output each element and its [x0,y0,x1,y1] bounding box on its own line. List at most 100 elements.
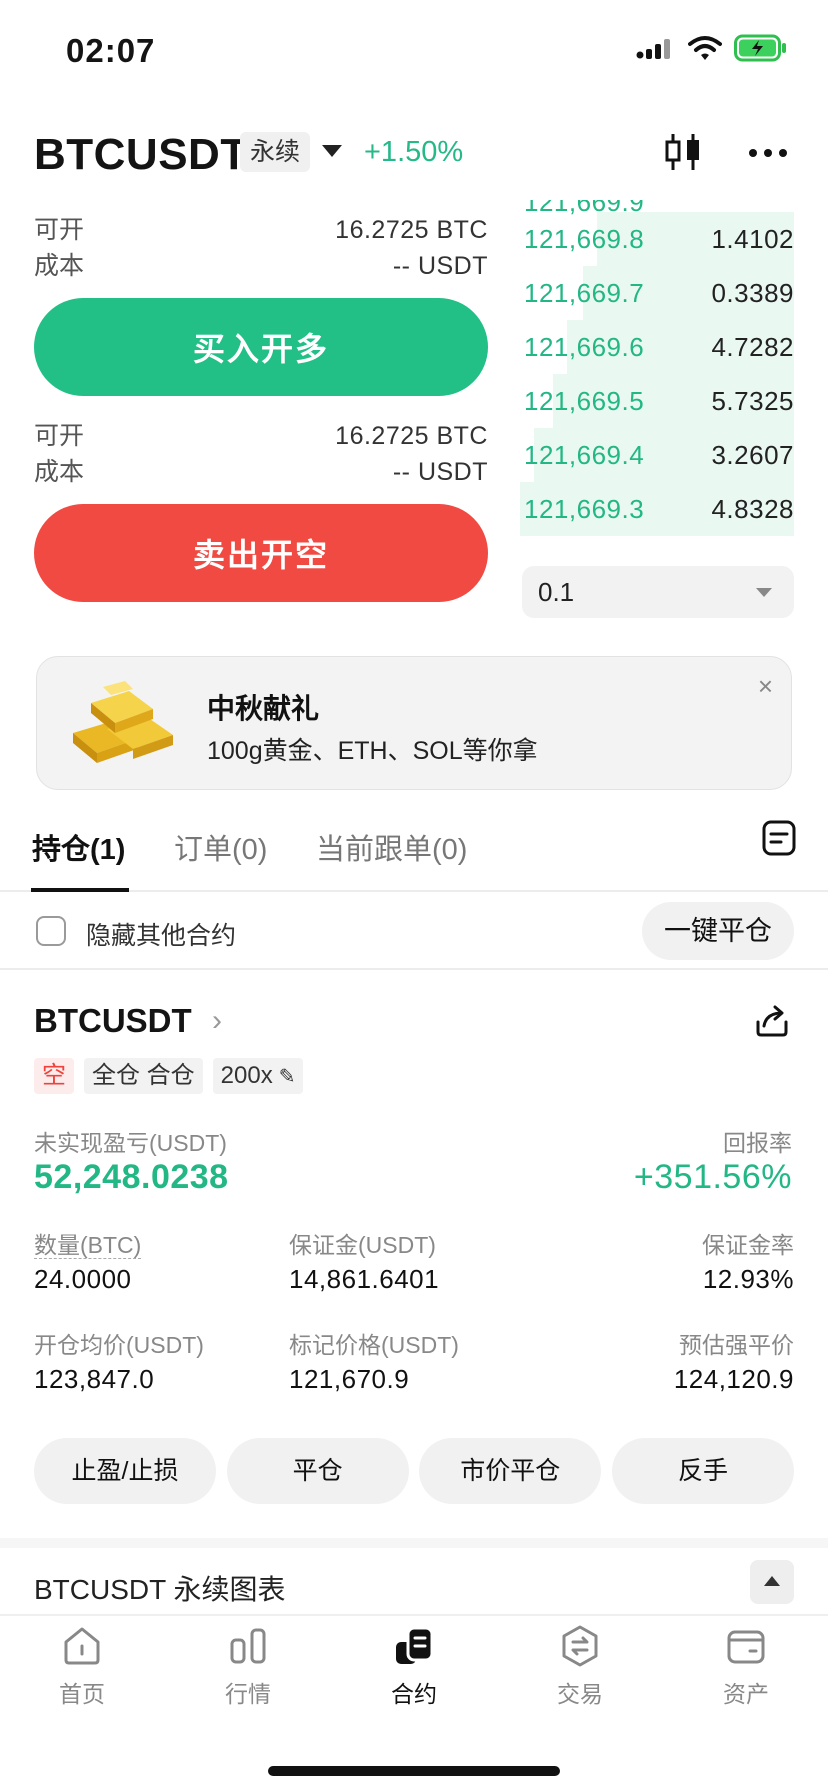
orderbook-qty: 5.7325 [711,385,794,416]
position-stats-row-2: 开仓均价(USDT) 123,847.0 标记价格(USDT) 121,670.… [34,1326,794,1395]
side-tag: 空 [34,1058,74,1094]
trade-icon [562,1625,598,1667]
chevron-right-icon[interactable]: › [212,1004,222,1038]
mark-price-label: 标记价格(USDT) [289,1332,459,1358]
tab-assets-label: 资产 [723,1681,769,1707]
orderbook-row[interactable]: 121,669.4 3.2607 [520,428,794,482]
orderbook-price: 121,669.3 [524,493,645,524]
share-icon[interactable] [754,1004,790,1038]
tab-trade-label: 交易 [557,1681,603,1707]
promo-banner[interactable]: 中秋献礼 100g黄金、ETH、SOL等你拿 × [36,656,792,790]
market-close-button[interactable]: 市价平仓 [419,1438,602,1504]
tab-home-label: 首页 [59,1681,105,1707]
margin-ratio-label: 保证金率 [702,1232,794,1258]
market-icon [230,1628,266,1664]
depth-precision-select[interactable]: 0.1 [522,566,794,618]
symbol-title[interactable]: BTCUSDT [34,130,248,180]
sell-short-button[interactable]: 卖出开空 [34,504,488,602]
close-position-button[interactable]: 平仓 [226,1438,409,1504]
position-symbol[interactable]: BTCUSDT [34,1002,192,1040]
tab-orders[interactable]: 订单(0) [174,826,267,868]
margin-ratio-value: 12.93% [702,1264,794,1294]
tab-positions[interactable]: 持仓(1) [32,826,125,868]
chevron-down-icon [756,588,772,597]
sell-cost-label: 成本 [34,458,85,486]
hide-other-contracts-label[interactable]: 隐藏其他合约 [86,916,236,952]
edit-icon[interactable]: ✎ [279,1059,296,1095]
gold-bars-icon [73,681,173,763]
orderbook: 121,669.9 121,669.8 1.4102 121,669.7 0.3389 1… [520,200,794,548]
orderbook-price: 121,669.8 [524,223,645,254]
bottom-tab-bar: 首页 行情 合约 交易 资产 [0,1616,828,1792]
tab-futures[interactable]: 合约 [354,1624,474,1709]
orderbook-qty: 4.7282 [711,331,794,362]
wifi-icon [688,36,722,60]
position-actions: 止盈/止损 平仓 市价平仓 反手 [34,1438,794,1504]
wallet-icon [727,1630,765,1664]
tab-home[interactable]: 首页 [22,1624,142,1709]
position-tabs: 持仓(1) 订单(0) 当前跟单(0) [0,808,828,892]
buy-available-row: 可开 16.2725 BTC [34,212,488,248]
buy-cost-label: 成本 [34,252,85,280]
tab-assets[interactable]: 资产 [686,1624,806,1709]
home-icon [64,1627,100,1665]
buy-long-button[interactable]: 买入开多 [34,298,488,396]
orderbook-qty: 0.3389 [711,277,794,308]
status-time: 02:07 [66,32,156,69]
chevron-up-icon[interactable] [750,1560,794,1604]
symbol-dropdown-icon[interactable] [322,145,342,157]
chart-section[interactable]: BTCUSDT 永续图表 [0,1538,828,1616]
entry-price-label: 开仓均价(USDT) [34,1332,204,1358]
chart-section-title[interactable]: BTCUSDT 永续图表 [34,1568,286,1608]
orderbook-row[interactable]: 121,669.7 0.3389 [520,266,794,320]
more-icon[interactable] [748,148,788,158]
sell-cost-row: 成本 -- USDT [34,454,488,490]
tp-sl-button[interactable]: 止盈/止损 [34,1438,216,1504]
status-bar: 02:07 [0,0,828,104]
banner-title: 中秋献礼 [207,693,320,724]
tab-trade[interactable]: 交易 [520,1624,640,1709]
hide-other-contracts-checkbox[interactable] [36,916,66,946]
orderbook-price: 121,669.6 [524,331,645,362]
buy-cost-value: -- USDT [392,252,488,280]
tab-futures-label: 合约 [391,1681,437,1707]
entry-price-cell: 开仓均价(USDT) 123,847.0 [34,1326,284,1395]
qty-value: 24.0000 [34,1264,132,1294]
margin-ratio-cell: 保证金率 12.93% [544,1226,794,1295]
orderbook-qty: 4.8328 [711,493,794,524]
contract-type-tag[interactable]: 永续 [240,132,311,172]
orderbook-qty: 3.2607 [711,439,794,470]
tab-copy-trading[interactable]: 当前跟单(0) [316,826,467,868]
signal-icon [636,39,670,59]
reverse-position-button[interactable]: 反手 [611,1438,794,1504]
margin-mode-tag: 全仓 合仓 [84,1058,203,1094]
orderbook-row[interactable]: 121,669.5 5.7325 [520,374,794,428]
orderbook-row[interactable]: 121,669.8 1.4102 [520,212,794,266]
roe-value: +351.56% [633,1158,792,1196]
close-icon[interactable]: × [758,671,773,702]
close-all-button[interactable]: 一键平仓 [642,902,794,960]
position-stats-row-1: 数量(BTC) 24.0000 保证金(USDT) 14,861.6401 保证… [34,1226,794,1295]
qty-label[interactable]: 数量(BTC) [34,1232,142,1259]
orderbook-row[interactable]: 121,669.6 4.7282 [520,320,794,374]
filter-row: 隐藏其他合约 一键平仓 [0,892,828,970]
orderbook-price: 121,669.4 [524,439,645,470]
roe-label: 回报率 [723,1130,792,1156]
qty-cell: 数量(BTC) 24.0000 [34,1226,284,1295]
sell-cost-value: -- USDT [392,458,488,486]
status-icons [636,34,788,62]
unrealized-pnl-label: 未实现盈亏(USDT) [34,1130,227,1156]
mark-price-value: 121,670.9 [289,1364,410,1394]
orderbook-row[interactable]: 121,669.3 4.8328 [520,482,794,536]
banner-subtitle: 100g黄金、ETH、SOL等你拿 [207,737,538,765]
order-history-icon[interactable] [762,820,796,856]
battery-icon [734,34,786,62]
candlestick-chart-icon[interactable] [664,132,702,172]
liq-price-label: 预估强平价 [679,1332,794,1358]
sell-available-label: 可开 [34,422,85,450]
home-indicator [268,1766,560,1776]
tab-market[interactable]: 行情 [188,1624,308,1709]
liq-price-value: 124,120.9 [673,1364,794,1394]
sell-available-value: 16.2725 BTC [335,422,488,450]
leverage-tag[interactable]: 200x ✎ [212,1058,304,1095]
